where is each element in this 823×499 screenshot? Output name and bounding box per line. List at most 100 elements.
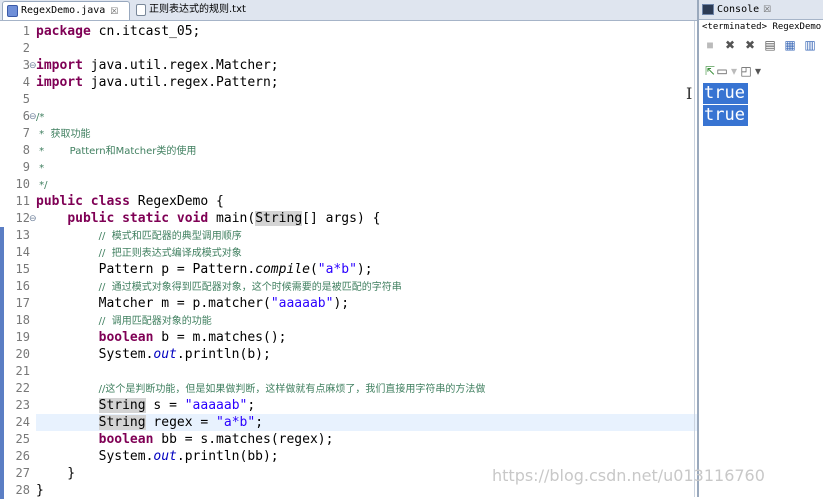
code-line[interactable]: System.out.println(b); [36,346,697,363]
code-line[interactable]: * 获取功能 [36,125,697,142]
code-editor[interactable]: RegexDemo.java ☒ 正则表达式的规则.txt 1 2 3 ⊖ 4 5 6 ⊖ 7 8 9… [0,0,697,499]
code-line[interactable]: // 通过模式对象得到匹配器对象，这个时候需要的是被匹配的字符串 [36,278,697,295]
line-number: 20 [15,347,30,361]
tab-regexdemo-java[interactable]: RegexDemo.java ☒ [2,1,130,20]
line-number: 7 [22,126,30,140]
code-token: java.util.regex.Matcher; [82,58,279,73]
code-line[interactable]: String s = "aaaaab"; [36,397,697,414]
code-token: ; [255,415,264,430]
line-number: 28 [15,483,30,497]
code-token: String [255,211,303,226]
code-line[interactable]: boolean b = m.matches(); [36,329,697,346]
code-token: */ [36,180,48,191]
code-token: RegexDemo { [129,194,224,209]
code-token: System. [36,347,154,362]
code-token: .println(b); [176,347,271,362]
code-token: ); [333,296,350,311]
code-line[interactable]: import java.util.regex.Pattern; [36,74,697,91]
tab-label: RegexDemo.java [21,5,106,16]
code-line[interactable]: // 模式和匹配器的典型调用顺序 [36,227,697,244]
tab-regex-rules-txt[interactable]: 正则表达式的规则.txt [132,1,272,19]
code-token: "aaaaab" [184,398,248,413]
code-line[interactable]: public class RegexDemo { [36,193,697,210]
console-view[interactable]: Console ☒ <terminated> RegexDemo ■ ✖ ✖ ▤ ▦ ▥ ⇱… [697,0,823,497]
java-file-icon [7,5,18,17]
code-line[interactable]: Matcher m = p.matcher("aaaaab"); [36,295,697,312]
line-number: 3 [22,58,30,72]
code-token: class [90,194,130,209]
code-token: void [176,211,209,226]
code-line[interactable]: /* [36,108,697,125]
close-tab-icon[interactable]: ☒ [110,2,118,20]
code-line[interactable]: // 把正则表达式编译成模式对象 [36,244,697,261]
clear-console-icon[interactable]: ▤ [763,37,777,53]
code-line[interactable]: // 调用匹配器对象的功能 [36,312,697,329]
code-line[interactable]: String regex = "a*b"; [36,414,697,431]
code-line[interactable]: * [36,159,697,176]
code-token: bb = s.matches(regex); [153,432,334,447]
code-token: System. [36,449,154,464]
line-number: 21 [15,364,30,378]
terminate-icon[interactable]: ■ [703,37,717,53]
code-token: .println(bb); [176,449,279,464]
text-file-icon [136,4,146,16]
line-number: 15 [15,262,30,276]
line-number: 24 [15,415,30,429]
code-token: * [36,163,45,174]
remove-launch-icon[interactable]: ✖ [723,37,737,53]
dropdown-arrow-icon[interactable]: ▾ [751,63,765,79]
code-line[interactable]: import java.util.regex.Matcher; [36,57,697,74]
code-line[interactable] [36,40,697,57]
line-number: 8 [22,143,30,157]
code-token: /* [36,112,45,123]
code-line[interactable]: //这个是判断功能，但是如果做判断，这样做就有点麻烦了，我们直接用字符串的方法做 [36,380,697,397]
code-line[interactable]: public static void main(String[] args) { [36,210,697,227]
code-token: regex = [145,415,217,430]
code-token: static [122,211,170,226]
line-number-gutter: 1 2 3 ⊖ 4 5 6 ⊖ 7 8 9 10 11 12 ⊖ 13 14 15 16 17 18 19 20 21 22 23… [0,21,37,499]
remove-all-launches-icon[interactable]: ✖ [743,37,757,53]
line-number: 27 [15,466,30,480]
line-number: 4 [22,75,30,89]
code-line[interactable]: * Pattern和Matcher类的使用 [36,142,697,159]
close-console-icon[interactable]: ☒ [763,4,771,14]
code-token: Matcher m = p.matcher( [36,296,271,311]
code-line[interactable] [36,91,697,108]
code-token: String [98,415,146,430]
line-number: 23 [15,398,30,412]
code-token: } [36,466,76,481]
code-token: ; [247,398,256,413]
code-line[interactable]: System.out.println(bb); [36,448,697,465]
code-token: } [36,483,44,498]
line-number: 11 [15,194,30,208]
code-token: java.util.regex.Pattern; [82,75,279,90]
code-line[interactable]: */ [36,176,697,193]
line-number: 14 [15,245,30,259]
code-line[interactable]: boolean bb = s.matches(regex); [36,431,697,448]
code-line[interactable] [36,363,697,380]
scroll-lock-icon[interactable]: ▦ [783,37,797,53]
tab-console[interactable]: Console ☒ [699,0,823,20]
line-number: 13 [15,228,30,242]
code-token: [] args) { [302,211,381,226]
console-output-line: true [703,105,748,126]
code-line[interactable]: Pattern p = Pattern.compile("a*b"); [36,261,697,278]
code-token: "a*b" [216,415,256,430]
code-token: import [36,58,83,73]
code-token: compile [255,262,310,277]
code-token: b = m.matches(); [153,330,287,345]
word-wrap-icon[interactable]: ▥ [803,37,817,53]
code-line[interactable]: package cn.itcast_05; [36,23,697,40]
line-number: 2 [22,41,30,55]
line-number: 12 [15,211,30,225]
code-area[interactable]: package cn.itcast_05;import java.util.re… [36,21,697,498]
console-icon [702,4,714,15]
code-token: public [67,211,115,226]
code-token: // 调用匹配器对象的功能 [98,316,212,327]
